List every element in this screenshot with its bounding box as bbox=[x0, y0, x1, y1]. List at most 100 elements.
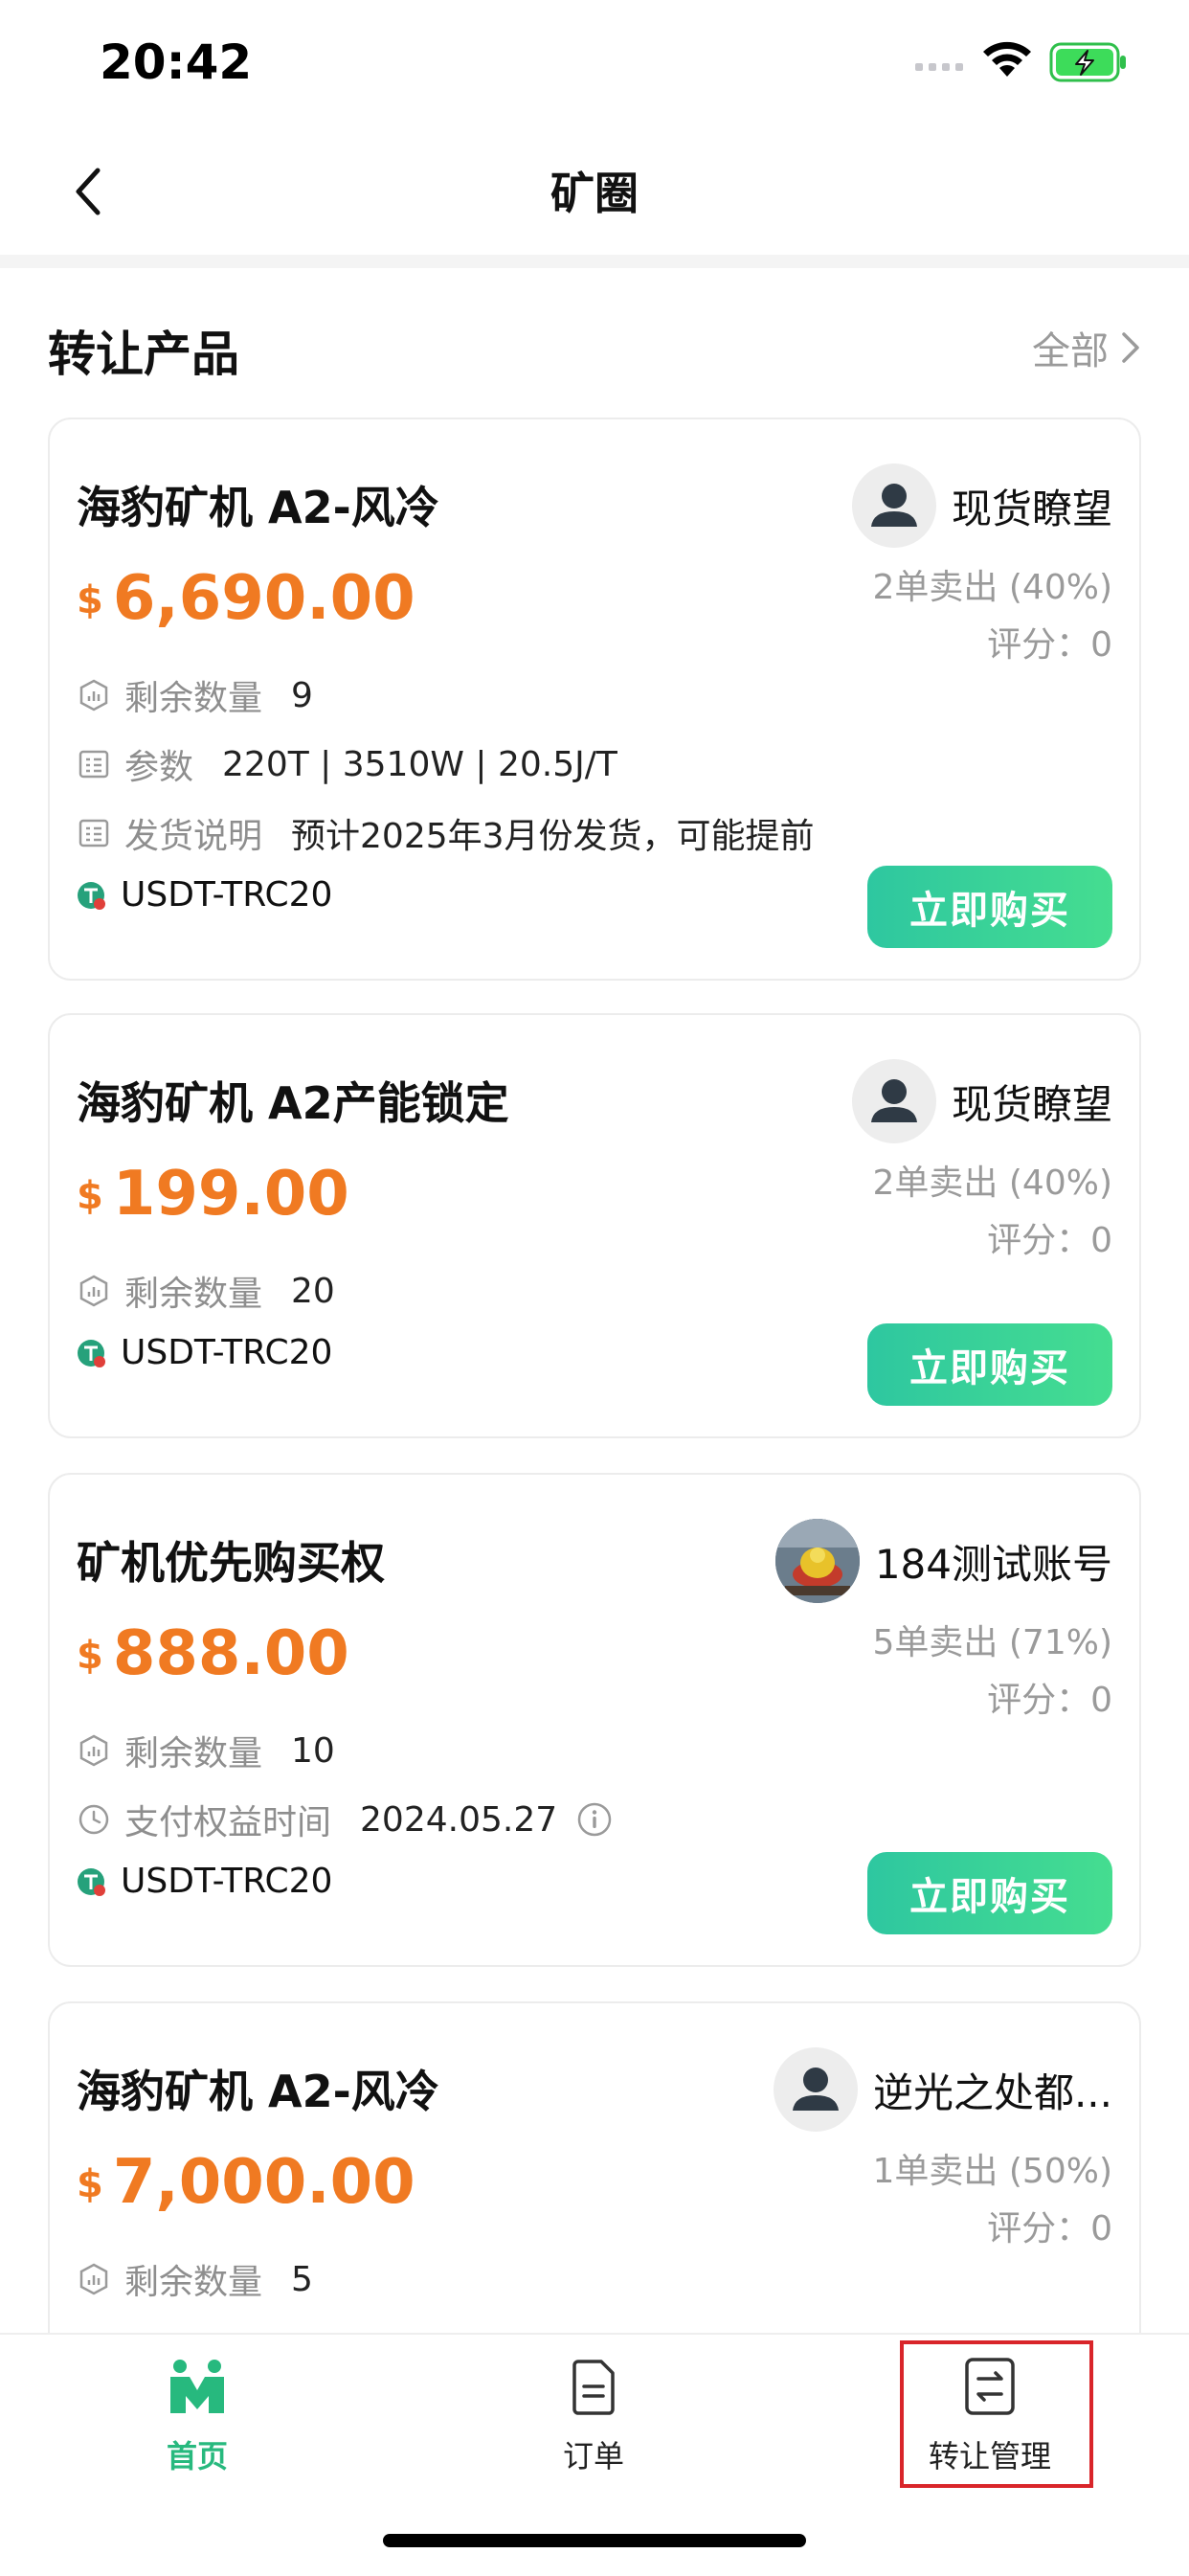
info-value: 10 bbox=[291, 1730, 335, 1771]
info-label: 剩余数量 bbox=[124, 1734, 263, 1774]
usdt-icon bbox=[78, 1867, 105, 1896]
hexagon-icon bbox=[79, 2263, 108, 2295]
seller-name: 184测试账号 bbox=[874, 1540, 1112, 1588]
avatar bbox=[773, 2047, 858, 2132]
seller-info[interactable]: 逆光之处都... bbox=[773, 2047, 1112, 2132]
seller-name: 现货瞭望 bbox=[951, 1080, 1112, 1128]
price: $199.00 bbox=[77, 1159, 349, 1230]
info-value: 20 bbox=[291, 1271, 335, 1311]
sold-stat: 5单卖出 (71%) bbox=[872, 1623, 1112, 1662]
info-value: 预计2025年3月份发货，可能提前 bbox=[291, 817, 815, 856]
user-icon bbox=[870, 1079, 917, 1122]
price-amount: 7,000.00 bbox=[112, 2147, 415, 2218]
rating-stat: 评分：0 bbox=[987, 1681, 1112, 1720]
highlight-box bbox=[900, 2340, 1093, 2488]
avatar-image bbox=[774, 1519, 860, 1603]
info-row-shipping: 发货说明 预计2025年3月份发货，可能提前 bbox=[77, 808, 815, 858]
wifi-icon bbox=[983, 41, 1031, 77]
info-value: 9 bbox=[291, 675, 313, 715]
sold-stat: 2单卖出 (40%) bbox=[872, 1164, 1112, 1203]
product-card[interactable]: 海豹矿机 A2产能锁定 现货瞭望 2单卖出 (40%) 评分：0 $199.00… bbox=[48, 1013, 1141, 1438]
sold-stat: 1单卖出 (50%) bbox=[872, 2152, 1112, 2191]
battery-icon bbox=[1049, 42, 1126, 82]
info-row-quantity: 剩余数量 5 bbox=[77, 2254, 313, 2304]
seller-name: 现货瞭望 bbox=[951, 485, 1112, 532]
chevron-right-icon bbox=[1122, 332, 1139, 363]
buy-now-button[interactable]: 立即购买 bbox=[867, 1323, 1112, 1406]
seller-info[interactable]: 现货瞭望 bbox=[851, 463, 1112, 548]
seller-name: 逆光之处都... bbox=[872, 2068, 1112, 2116]
status-time: 20:42 bbox=[100, 34, 253, 90]
info-row-payment-time: 支付权益时间 2024.05.27 bbox=[77, 1795, 613, 1844]
info-row-params: 参数 220T | 3510W | 20.5J/T bbox=[77, 739, 617, 789]
info-label: 支付权益时间 bbox=[124, 1803, 332, 1842]
list-icon bbox=[79, 819, 109, 847]
info-row-quantity: 剩余数量 10 bbox=[77, 1726, 335, 1775]
avatar bbox=[774, 1519, 860, 1603]
info-label: 发货说明 bbox=[124, 817, 263, 856]
hexagon-icon bbox=[79, 1275, 108, 1307]
token-network: USDT-TRC20 bbox=[77, 875, 332, 915]
avatar bbox=[851, 463, 936, 548]
product-title: 矿机优先购买权 bbox=[77, 1537, 385, 1589]
info-value: 2024.05.27 bbox=[360, 1799, 558, 1840]
home-icon bbox=[170, 2360, 224, 2413]
token-network: USDT-TRC20 bbox=[77, 1862, 332, 1901]
home-indicator bbox=[383, 2534, 806, 2547]
info-row-quantity: 剩余数量 9 bbox=[77, 670, 313, 720]
tab-orders[interactable]: 订单 bbox=[498, 2358, 689, 2476]
nav-bar: 矿圈 bbox=[0, 124, 1189, 255]
status-bar: 20:42 bbox=[0, 0, 1189, 124]
seller-info[interactable]: 现货瞭望 bbox=[851, 1059, 1112, 1143]
view-all-label: 全部 bbox=[1032, 329, 1109, 373]
signal-icon bbox=[915, 59, 969, 73]
usdt-icon bbox=[78, 1339, 105, 1367]
product-card[interactable]: 海豹矿机 A2-风冷 现货瞭望 2单卖出 (40%) 评分：0 $6,690.0… bbox=[48, 418, 1141, 981]
order-icon bbox=[572, 2360, 615, 2415]
info-label: 剩余数量 bbox=[124, 2263, 263, 2302]
buy-now-button[interactable]: 立即购买 bbox=[867, 866, 1112, 948]
price-amount: 199.00 bbox=[112, 1159, 349, 1230]
tab-home[interactable]: 首页 bbox=[101, 2358, 293, 2476]
token-label: USDT-TRC20 bbox=[121, 1333, 333, 1372]
info-row-quantity: 剩余数量 20 bbox=[77, 1266, 335, 1316]
list-icon bbox=[79, 750, 109, 779]
product-title: 海豹矿机 A2-风冷 bbox=[77, 482, 439, 533]
user-icon bbox=[792, 2068, 839, 2111]
buy-now-button[interactable]: 立即购买 bbox=[867, 1852, 1112, 1934]
view-all-link[interactable]: 全部 bbox=[1032, 320, 1141, 375]
price: $6,690.00 bbox=[77, 563, 415, 634]
info-label: 剩余数量 bbox=[124, 1275, 263, 1314]
tab-label: 订单 bbox=[562, 2438, 624, 2474]
price: $7,000.00 bbox=[77, 2147, 415, 2218]
usdt-icon bbox=[78, 881, 105, 910]
rating-stat: 评分：0 bbox=[987, 1221, 1112, 1260]
hexagon-icon bbox=[79, 679, 108, 712]
token-label: USDT-TRC20 bbox=[121, 875, 333, 915]
divider bbox=[0, 255, 1189, 268]
info-icon[interactable] bbox=[576, 1801, 613, 1838]
info-label: 参数 bbox=[124, 748, 194, 787]
section-title: 转让产品 bbox=[48, 327, 239, 382]
tab-label: 首页 bbox=[166, 2438, 228, 2474]
sold-stat: 2单卖出 (40%) bbox=[872, 568, 1112, 607]
info-value: 5 bbox=[291, 2259, 313, 2299]
info-value: 220T | 3510W | 20.5J/T bbox=[222, 744, 617, 784]
user-icon bbox=[870, 484, 917, 527]
clock-icon bbox=[79, 1804, 109, 1835]
rating-stat: 评分：0 bbox=[987, 625, 1112, 665]
product-title: 海豹矿机 A2-风冷 bbox=[77, 2066, 439, 2117]
token-network: USDT-TRC20 bbox=[77, 1333, 332, 1372]
token-label: USDT-TRC20 bbox=[121, 1862, 333, 1901]
page-title: 矿圈 bbox=[550, 168, 639, 219]
hexagon-icon bbox=[79, 1734, 108, 1767]
info-label: 剩余数量 bbox=[124, 679, 263, 718]
rating-stat: 评分：0 bbox=[987, 2209, 1112, 2248]
price-amount: 888.00 bbox=[112, 1618, 349, 1689]
product-card[interactable]: 矿机优先购买权 184测试账号 5单卖出 (71%) 评分：0 $888.00 … bbox=[48, 1473, 1141, 1967]
avatar bbox=[851, 1059, 936, 1143]
price: $888.00 bbox=[77, 1618, 349, 1689]
product-title: 海豹矿机 A2产能锁定 bbox=[77, 1077, 509, 1129]
price-amount: 6,690.00 bbox=[112, 563, 415, 634]
seller-info[interactable]: 184测试账号 bbox=[774, 1519, 1112, 1603]
